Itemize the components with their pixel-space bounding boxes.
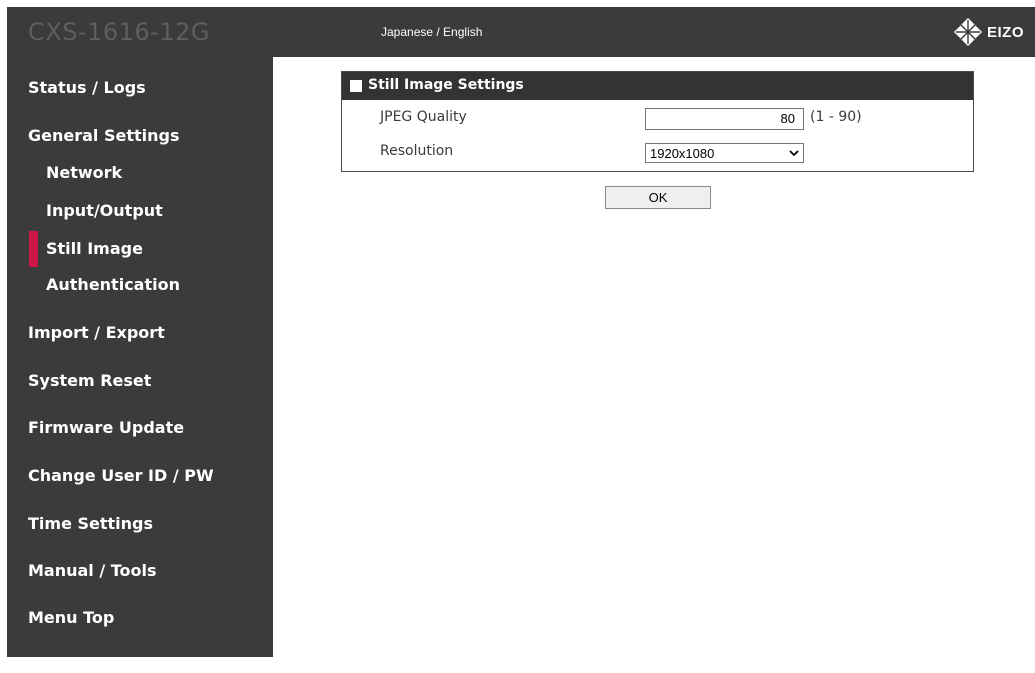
sidebar-item-status-logs[interactable]: Status / Logs [28,78,146,97]
language-toggle-link[interactable]: Japanese / English [381,25,482,39]
chevron-down-icon [789,150,799,157]
language-links[interactable]: Japanese / English [381,25,482,39]
sidebar-item-network[interactable]: Network [46,163,122,182]
active-indicator [29,231,38,267]
logo-wordmark: EIZO [987,24,1025,41]
sidebar-item-system-reset[interactable]: System Reset [28,371,151,390]
sidebar-item-menu-top[interactable]: Menu Top [28,608,114,627]
resolution-label: Resolution [380,143,454,159]
main-content: Still Image Settings JPEG Quality 80 (1 … [273,57,1035,657]
ok-button[interactable]: OK [605,186,711,209]
resolution-select[interactable]: 1920x1080 [645,143,804,163]
resolution-selected-value: 1920x1080 [650,146,715,161]
sidebar-item-firmware-update[interactable]: Firmware Update [28,418,184,437]
eizo-logo-icon [954,18,982,46]
sidebar-item-still-image[interactable]: Still Image [46,239,143,258]
eizo-logo: EIZO [952,16,1032,48]
jpeg-quality-input[interactable]: 80 [645,108,804,130]
sidebar-item-time-settings[interactable]: Time Settings [28,514,153,533]
jpeg-quality-range: (1 - 90) [810,109,862,125]
jpeg-quality-label: JPEG Quality [380,109,467,125]
sidebar-item-import-export[interactable]: Import / Export [28,323,165,342]
still-image-settings-panel: Still Image Settings JPEG Quality 80 (1 … [341,71,974,172]
sidebar-item-general-settings[interactable]: General Settings [28,126,180,145]
jpeg-quality-value: 80 [780,111,795,126]
panel-header: Still Image Settings [342,72,973,100]
square-bullet-icon [350,80,362,92]
sidebar-item-input-output[interactable]: Input/Output [46,201,163,220]
sidebar-item-authentication[interactable]: Authentication [46,275,180,294]
sidebar-item-change-user-id-pw[interactable]: Change User ID / PW [28,466,214,485]
product-name: CXS-1616-12G [28,18,210,46]
sidebar-item-manual-tools[interactable]: Manual / Tools [28,561,157,580]
panel-title: Still Image Settings [368,77,524,93]
